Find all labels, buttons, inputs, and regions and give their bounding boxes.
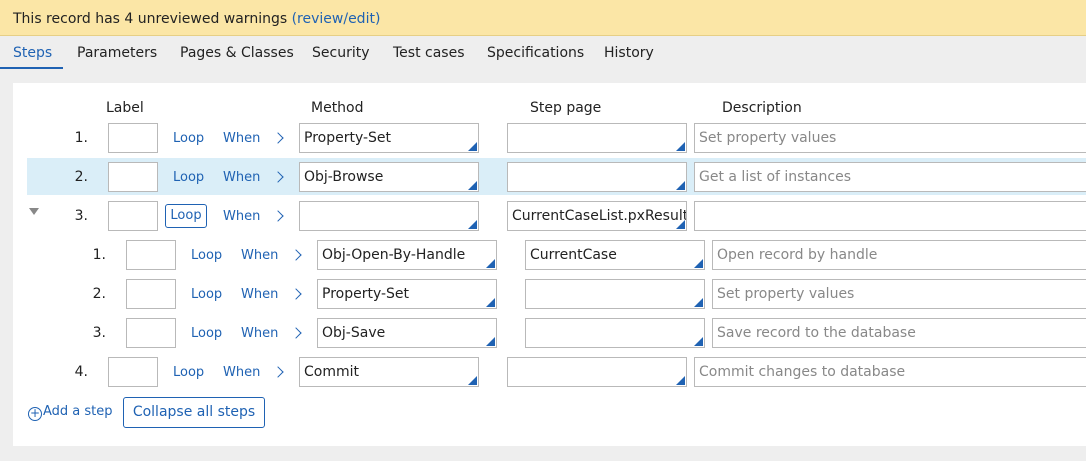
tab-test-cases[interactable]: Test cases	[393, 45, 465, 61]
warning-message: This record has 4 unreviewed warnings	[13, 11, 292, 27]
when-link[interactable]: When	[241, 326, 278, 341]
tab-steps[interactable]: Steps	[13, 45, 52, 61]
plus-circle-icon: +	[28, 406, 42, 421]
description-field[interactable]: Commit changes to database	[694, 357, 1086, 387]
step-number: 4.	[74, 364, 88, 380]
warning-text: This record has 4 unreviewed warnings (r…	[13, 11, 380, 27]
step-number: 2.	[92, 286, 106, 302]
step-label-input[interactable]	[126, 240, 176, 270]
when-link[interactable]: When	[241, 287, 278, 302]
method-field[interactable]: Property-Set	[299, 123, 479, 153]
add-step-link[interactable]: + Add a step	[28, 404, 113, 421]
loop-link[interactable]: Loop	[191, 287, 222, 302]
when-link[interactable]: When	[241, 248, 278, 263]
step-page-field[interactable]: CurrentCase	[525, 240, 705, 270]
method-field[interactable]: Obj-Save	[317, 318, 497, 348]
step-number: 1.	[74, 130, 88, 146]
loop-button[interactable]: Loop	[165, 204, 207, 228]
column-header-description: Description	[722, 100, 802, 116]
column-header-method: Method	[311, 100, 364, 116]
tab-pages-classes[interactable]: Pages & Classes	[180, 45, 294, 61]
column-header-step-page: Step page	[530, 100, 602, 116]
loop-link[interactable]: Loop	[173, 170, 204, 185]
method-field[interactable]	[299, 201, 479, 231]
step-label-input[interactable]	[108, 123, 158, 153]
step-label-input[interactable]	[108, 357, 158, 387]
method-field[interactable]: Obj-Open-By-Handle	[317, 240, 497, 270]
step-page-field[interactable]: CurrentCaseList.pxResults	[507, 201, 687, 231]
loop-link[interactable]: Loop	[173, 131, 204, 146]
description-field[interactable]: Open record by handle	[712, 240, 1086, 270]
step-label-input[interactable]	[126, 318, 176, 348]
loop-link[interactable]: Loop	[191, 248, 222, 263]
add-step-label: Add a step	[43, 404, 113, 419]
step-label-input[interactable]	[108, 201, 158, 231]
description-field[interactable]: Set property values	[694, 123, 1086, 153]
loop-link[interactable]: Loop	[173, 365, 204, 380]
step-page-field[interactable]	[525, 279, 705, 309]
step-page-field[interactable]	[507, 357, 687, 387]
when-link[interactable]: When	[223, 131, 260, 146]
step-number: 2.	[74, 169, 88, 185]
description-field[interactable]: Get a list of instances	[694, 162, 1086, 192]
collapse-all-steps-button[interactable]: Collapse all steps	[123, 397, 265, 428]
warning-banner: This record has 4 unreviewed warnings (r…	[0, 0, 1086, 36]
step-number: 3.	[74, 208, 88, 224]
tab-specifications[interactable]: Specifications	[487, 45, 584, 61]
step-label-input[interactable]	[108, 162, 158, 192]
loop-link[interactable]: Loop	[191, 326, 222, 341]
method-field[interactable]: Property-Set	[317, 279, 497, 309]
step-page-field[interactable]	[525, 318, 705, 348]
tab-security[interactable]: Security	[312, 45, 370, 61]
when-link[interactable]: When	[223, 170, 260, 185]
tab-history[interactable]: History	[604, 45, 654, 61]
column-header-label: Label	[106, 100, 144, 116]
tab-bar: Steps Parameters Pages & Classes Securit…	[0, 36, 1086, 70]
method-field[interactable]: Obj-Browse	[299, 162, 479, 192]
description-field[interactable]	[694, 201, 1086, 231]
description-field[interactable]: Set property values	[712, 279, 1086, 309]
expand-collapse-icon[interactable]	[29, 208, 39, 215]
review-edit-link[interactable]: (review/edit)	[292, 11, 381, 27]
step-label-input[interactable]	[126, 279, 176, 309]
when-link[interactable]: When	[223, 209, 260, 224]
step-page-field[interactable]	[507, 123, 687, 153]
description-field[interactable]: Save record to the database	[712, 318, 1086, 348]
step-page-field[interactable]	[507, 162, 687, 192]
method-field[interactable]: Commit	[299, 357, 479, 387]
active-tab-indicator	[0, 67, 63, 69]
when-link[interactable]: When	[223, 365, 260, 380]
step-number: 3.	[92, 325, 106, 341]
step-number: 1.	[92, 247, 106, 263]
tab-parameters[interactable]: Parameters	[77, 45, 157, 61]
